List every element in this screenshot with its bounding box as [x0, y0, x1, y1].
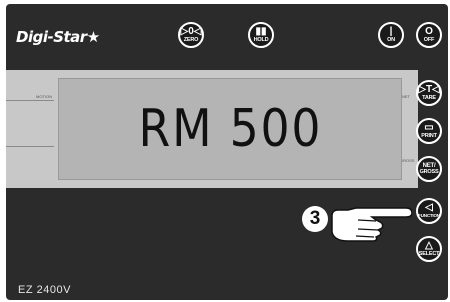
print-button[interactable]: ▭ PRINT [416, 118, 442, 144]
tare-icon: ▷T◁ [418, 84, 440, 95]
print-label: PRINT [421, 133, 437, 139]
tare-button[interactable]: ▷T◁ TARE [416, 80, 442, 106]
hold-label: HOLD [253, 37, 269, 43]
star-icon: ★ [86, 28, 100, 46]
on-label: ON [387, 37, 395, 43]
off-button[interactable]: O OFF [416, 22, 442, 48]
select-button[interactable]: △ SELECT [416, 236, 442, 262]
zero-button[interactable]: ▷0◁ ZERO [178, 22, 204, 48]
brand-logo-text: Digi-Star [16, 28, 87, 46]
gross-indicator-label: GROSS [400, 158, 415, 163]
net-gross-button[interactable]: NET/ GROSS [416, 156, 442, 182]
on-button[interactable]: | ON [378, 22, 404, 48]
pointing-hand-icon [331, 207, 412, 242]
band-divider [6, 100, 54, 101]
zero-label: ZERO [183, 37, 199, 43]
display-readout: RM 500 [138, 99, 322, 159]
off-label: OFF [423, 37, 435, 43]
function-button[interactable]: ◁ FUNCTION [416, 198, 442, 224]
gross-label: GROSS [419, 169, 439, 175]
power-on-icon: | [389, 26, 393, 37]
indicator-panel: Digi-Star★ ▷0◁ ZERO ▮▮ HOLD | ON O OFF M… [6, 4, 448, 300]
print-icon: ▭ [424, 122, 434, 133]
step-callout: 3 [302, 206, 328, 232]
left-arrow-icon: ◁ [425, 202, 433, 213]
net-indicator-label: NET [402, 94, 410, 99]
model-name: EZ 2400V [18, 284, 71, 296]
tare-label: TARE [422, 95, 436, 101]
zero-icon: ▷0◁ [180, 26, 202, 37]
power-off-icon: O [425, 26, 433, 37]
brand-logo: Digi-Star★ [16, 28, 100, 46]
function-label: FUNCTION [418, 213, 440, 218]
step-number: 3 [309, 208, 321, 229]
band-divider [6, 146, 54, 147]
up-arrow-icon: △ [425, 240, 433, 251]
motion-indicator-label: MOTION [36, 94, 52, 99]
select-label: SELECT [418, 251, 440, 257]
hold-button[interactable]: ▮▮ HOLD [248, 22, 274, 48]
hold-icon: ▮▮ [255, 26, 267, 37]
lcd-display: RM 500 [58, 78, 402, 180]
